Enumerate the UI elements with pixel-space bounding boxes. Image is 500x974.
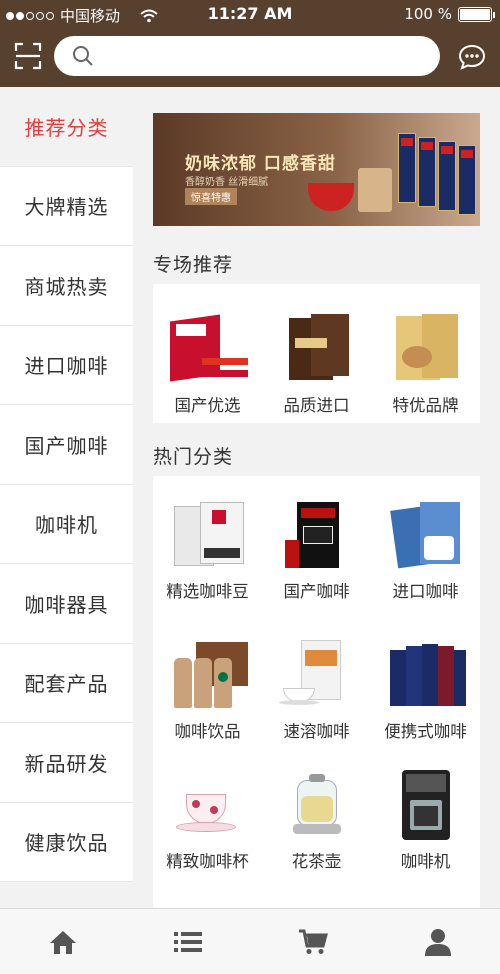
banner-headline: 奶味浓郁 口感香甜 bbox=[185, 154, 336, 174]
sidebar-item-new-products[interactable]: 新品研发 bbox=[0, 723, 133, 803]
coffee-pack-image bbox=[418, 137, 436, 207]
banner-tag: 惊喜特惠 bbox=[185, 188, 237, 205]
hot-categories-title: 热门分类 bbox=[153, 446, 234, 468]
featured-item-label: 品质进口 bbox=[283, 396, 350, 415]
hot-item-imported-coffee[interactable]: 进口咖啡 bbox=[371, 496, 480, 602]
coffee-machine-image bbox=[384, 766, 468, 844]
coffee-cup-image bbox=[308, 183, 354, 211]
tab-cart[interactable] bbox=[250, 909, 375, 974]
category-sidebar: 推荐分类 大牌精选 商城热卖 进口咖啡 国产咖啡 咖啡机 咖啡器具 配套产品 新… bbox=[0, 87, 133, 882]
banner-subline: 香醇奶香 丝滑细腻 bbox=[185, 177, 269, 188]
hot-item-label: 咖啡机 bbox=[400, 852, 451, 871]
coffee-pack-image bbox=[458, 145, 476, 215]
sidebar-item-domestic-coffee[interactable]: 国产咖啡 bbox=[0, 405, 133, 485]
sidebar-item-health-drinks[interactable]: 健康饮品 bbox=[0, 802, 133, 882]
battery-percent: 100 % bbox=[404, 5, 452, 23]
imported-coffee-bag-image bbox=[384, 496, 468, 574]
tab-profile[interactable] bbox=[375, 909, 500, 974]
featured-item-label: 特优品牌 bbox=[392, 396, 459, 415]
scan-icon bbox=[14, 42, 42, 70]
battery-icon bbox=[458, 6, 495, 22]
hot-item-tea-pot[interactable]: 花茶壶 bbox=[262, 766, 371, 872]
featured-item-domestic[interactable]: 国产优选 bbox=[153, 310, 262, 416]
featured-title: 专场推荐 bbox=[153, 254, 234, 276]
hot-item-instant-coffee[interactable]: 速溶咖啡 bbox=[262, 636, 371, 742]
sidebar-item-top-brands[interactable]: 大牌精选 bbox=[0, 166, 133, 246]
alicafe-bag-image bbox=[275, 310, 359, 388]
top-header bbox=[0, 28, 500, 87]
status-bar: 中国移动 11:27 AM 100 % bbox=[0, 0, 500, 28]
chat-bubble-icon bbox=[458, 44, 486, 70]
sidebar-item-accessories[interactable]: 配套产品 bbox=[0, 643, 133, 723]
nescafe-box-image bbox=[166, 310, 250, 388]
hot-item-label: 速溶咖啡 bbox=[283, 722, 350, 741]
hot-item-label: 花茶壶 bbox=[291, 852, 342, 871]
list-icon bbox=[173, 931, 202, 952]
tab-categories[interactable] bbox=[125, 909, 250, 974]
sidebar-item-coffee-machine[interactable]: 咖啡机 bbox=[0, 484, 133, 564]
user-icon bbox=[424, 928, 451, 956]
alicafe-white-bag-image bbox=[384, 310, 468, 388]
hot-item-label: 国产咖啡 bbox=[283, 582, 350, 601]
hot-categories-panel: 精选咖啡豆 国产咖啡 进口咖啡 咖啡饮品 速溶咖啡 便携式咖啡 精致咖啡杯 花茶… bbox=[153, 476, 480, 974]
coffee-pack-image bbox=[398, 133, 416, 203]
hot-item-coffee-machine[interactable]: 咖啡机 bbox=[371, 766, 480, 872]
sidebar-item-recommended[interactable]: 推荐分类 bbox=[0, 87, 133, 167]
featured-panel: 国产优选 品质进口 特优品牌 bbox=[153, 284, 480, 423]
coffee-pack-image bbox=[438, 141, 456, 211]
starbucks-bottles-image bbox=[166, 636, 250, 714]
kephei-box-image bbox=[275, 496, 359, 574]
maxwell-packs-image bbox=[384, 636, 468, 714]
hot-item-label: 精选咖啡豆 bbox=[166, 582, 249, 601]
featured-item-label: 国产优选 bbox=[174, 396, 241, 415]
home-icon bbox=[49, 930, 76, 954]
drip-coffee-box-image bbox=[166, 496, 250, 574]
promo-banner[interactable]: 奶味浓郁 口感香甜 香醇奶香 丝滑细腻 惊喜特惠 bbox=[153, 113, 480, 226]
search-input[interactable] bbox=[106, 42, 426, 70]
scan-button[interactable] bbox=[14, 42, 42, 70]
hot-item-label: 精致咖啡杯 bbox=[166, 852, 249, 871]
hot-item-coffee-cups[interactable]: 精致咖啡杯 bbox=[153, 766, 262, 872]
glass-teapot-image bbox=[275, 766, 359, 844]
bottom-tab-bar bbox=[0, 908, 500, 974]
hot-item-coffee-beans[interactable]: 精选咖啡豆 bbox=[153, 496, 262, 602]
cart-icon bbox=[298, 929, 328, 954]
featured-item-premium[interactable]: 特优品牌 bbox=[371, 310, 480, 416]
hot-item-label: 进口咖啡 bbox=[392, 582, 459, 601]
sidebar-item-coffee-tools[interactable]: 咖啡器具 bbox=[0, 564, 133, 644]
featured-item-imported[interactable]: 品质进口 bbox=[262, 310, 371, 416]
hot-item-domestic-coffee[interactable]: 国产咖啡 bbox=[262, 496, 371, 602]
hot-item-portable-coffee[interactable]: 便携式咖啡 bbox=[371, 636, 480, 742]
sidebar-item-imported-coffee[interactable]: 进口咖啡 bbox=[0, 325, 133, 405]
message-button[interactable] bbox=[458, 43, 486, 71]
instant-coffee-bag-image bbox=[275, 636, 359, 714]
search-icon bbox=[73, 46, 93, 66]
hot-item-label: 咖啡饮品 bbox=[174, 722, 241, 741]
hot-item-coffee-drinks[interactable]: 咖啡饮品 bbox=[153, 636, 262, 742]
floral-cup-image bbox=[166, 766, 250, 844]
hot-item-label: 便携式咖啡 bbox=[384, 722, 467, 741]
sidebar-item-hot-sales[interactable]: 商城热卖 bbox=[0, 246, 133, 326]
search-bar[interactable] bbox=[54, 36, 440, 76]
latte-glass-image bbox=[358, 168, 392, 212]
tab-home[interactable] bbox=[0, 909, 125, 974]
